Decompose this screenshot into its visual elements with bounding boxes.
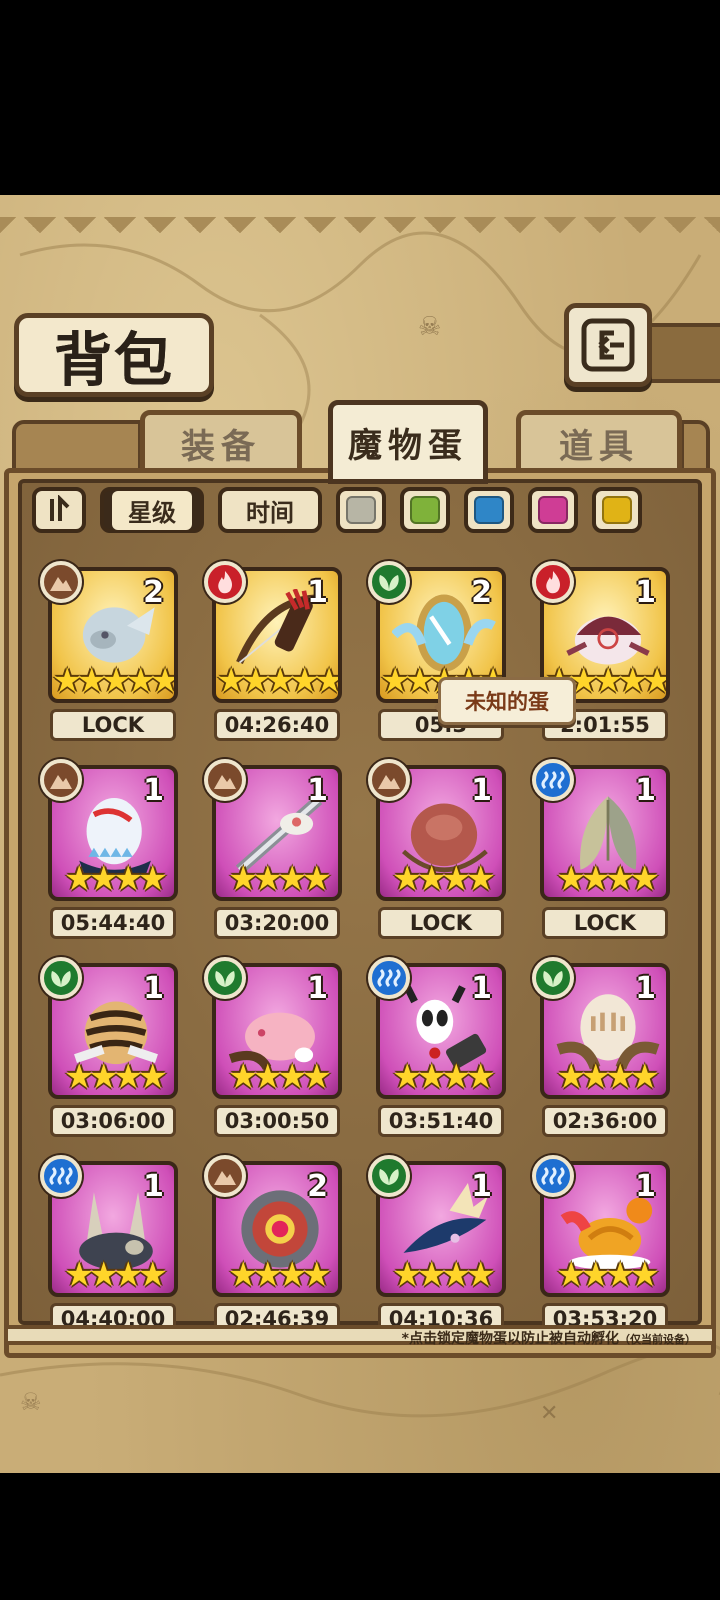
earth-element-icon xyxy=(368,759,410,801)
leaf-element-icon xyxy=(532,957,574,999)
svg-text:✕: ✕ xyxy=(540,1401,558,1426)
egg-quantity: 1 xyxy=(471,971,492,1006)
leaf-element-icon xyxy=(368,561,410,603)
egg-quantity: 1 xyxy=(471,1169,492,1204)
egg-stars: ★★★★ xyxy=(64,1255,168,1295)
back-button[interactable] xyxy=(564,303,652,387)
earth-element-icon xyxy=(40,561,82,603)
egg-quantity: 2 xyxy=(307,1169,328,1204)
egg-timer-label: 03:51:40 xyxy=(378,1105,504,1137)
earth-element-icon xyxy=(204,1155,246,1197)
egg-stars: ★★★★★ xyxy=(216,661,339,701)
egg-tooltip: 未知的蛋 xyxy=(434,677,576,725)
header-bar-right xyxy=(640,323,720,383)
leaf-element-icon xyxy=(368,1155,410,1197)
egg-stars: ★★★★★ xyxy=(52,661,175,701)
egg-stars: ★★★★ xyxy=(228,1057,332,1097)
egg-stars: ★★★★ xyxy=(556,1255,660,1295)
egg-stars: ★★★★ xyxy=(64,1057,168,1097)
egg-quantity: 1 xyxy=(307,773,328,808)
return-arrow-icon xyxy=(581,318,635,372)
egg-stars: ★★★★ xyxy=(228,1255,332,1295)
egg-quantity: 1 xyxy=(143,971,164,1006)
tab-items[interactable]: 道具 xyxy=(516,410,682,476)
egg-lock-label[interactable]: LOCK xyxy=(378,907,504,939)
torn-paper-edge xyxy=(0,217,720,243)
tab-monster-eggs[interactable]: 魔物蛋 xyxy=(328,400,488,484)
color-swatch xyxy=(410,496,440,524)
color-swatch xyxy=(346,496,376,524)
egg-stars: ★★★★ xyxy=(556,859,660,899)
egg-timer-label: 03:00:50 xyxy=(214,1105,340,1137)
sort-toggle-icon xyxy=(50,495,70,521)
egg-stars: ★★★★ xyxy=(64,859,168,899)
inventory-screen: ☠ ☠ ✕ 背包 装备 魔物蛋 道具 星级 时间 2 ★★★★★ LOCK 1 ★★★★… xyxy=(0,195,720,1473)
water-element-icon xyxy=(532,759,574,801)
filter-color-yellow[interactable] xyxy=(592,487,642,533)
egg-stars: ★★★★ xyxy=(392,1057,496,1097)
color-swatch xyxy=(602,496,632,524)
egg-timer-label: 05:44:40 xyxy=(50,907,176,939)
egg-quantity: 2 xyxy=(143,575,164,610)
egg-timer-label: 04:26:40 xyxy=(214,709,340,741)
svg-text:☠: ☠ xyxy=(418,312,441,342)
svg-text:☠: ☠ xyxy=(20,1388,42,1416)
sort-by-star-button[interactable]: 星级 xyxy=(100,487,204,533)
egg-quantity: 1 xyxy=(307,971,328,1006)
leaf-element-icon xyxy=(40,957,82,999)
water-element-icon xyxy=(40,1155,82,1197)
lock-hint-text: *点击锁定魔物蛋以防止被自动孵化（仅当前设备） xyxy=(401,1331,696,1347)
egg-quantity: 1 xyxy=(635,575,656,610)
fire-element-icon xyxy=(204,561,246,603)
egg-stars: ★★★★ xyxy=(228,859,332,899)
color-swatch xyxy=(474,496,504,524)
tab-equipment[interactable]: 装备 xyxy=(140,410,302,476)
sort-by-time-button[interactable]: 时间 xyxy=(218,487,322,533)
egg-lock-label[interactable]: LOCK xyxy=(542,907,668,939)
earth-element-icon xyxy=(204,759,246,801)
fire-element-icon xyxy=(532,561,574,603)
color-swatch xyxy=(538,496,568,524)
egg-timer-label: 03:06:00 xyxy=(50,1105,176,1137)
page-title: 背包 xyxy=(14,313,214,397)
egg-timer-label: 02:36:00 xyxy=(542,1105,668,1137)
egg-quantity: 1 xyxy=(635,1169,656,1204)
filter-color-green[interactable] xyxy=(400,487,450,533)
filter-color-pink[interactable] xyxy=(528,487,578,533)
egg-quantity: 1 xyxy=(471,773,492,808)
filter-color-gray[interactable] xyxy=(336,487,386,533)
sort-toggle-button[interactable] xyxy=(32,487,86,533)
egg-quantity: 1 xyxy=(635,971,656,1006)
water-element-icon xyxy=(368,957,410,999)
egg-quantity: 1 xyxy=(307,575,328,610)
egg-quantity: 1 xyxy=(143,1169,164,1204)
egg-stars: ★★★★ xyxy=(392,1255,496,1295)
egg-stars: ★★★★ xyxy=(556,1057,660,1097)
egg-quantity: 2 xyxy=(471,575,492,610)
earth-element-icon xyxy=(40,759,82,801)
egg-quantity: 1 xyxy=(143,773,164,808)
egg-lock-label[interactable]: LOCK xyxy=(50,709,176,741)
leaf-element-icon xyxy=(204,957,246,999)
egg-timer-label: 03:20:00 xyxy=(214,907,340,939)
filter-color-blue[interactable] xyxy=(464,487,514,533)
egg-stars: ★★★★ xyxy=(392,859,496,899)
water-element-icon xyxy=(532,1155,574,1197)
egg-quantity: 1 xyxy=(635,773,656,808)
